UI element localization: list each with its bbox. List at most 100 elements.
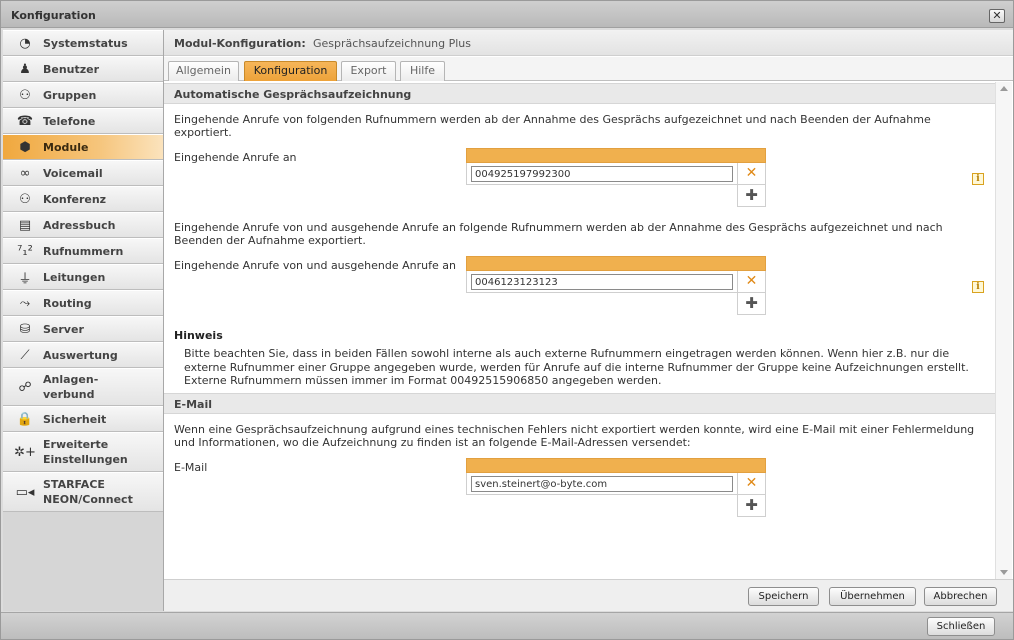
number-input-incoming[interactable]: [471, 166, 733, 182]
sidebar-item-label: Module: [43, 140, 89, 154]
config-window: Konfiguration ✕ ◔ Systemstatus ♟ Benutze…: [0, 0, 1014, 640]
tab-bar: Allgemein Konfiguration Export Hilfe: [164, 57, 1013, 81]
numbers-icon: ⁷₁²: [17, 243, 33, 259]
content-area: Automatische Gesprächsaufzeichnung Einge…: [164, 82, 1013, 610]
tab-export[interactable]: Export: [341, 61, 396, 81]
save-button[interactable]: Speichern: [748, 587, 819, 606]
sidebar-item-sicherheit[interactable]: 🔒 Sicherheit: [3, 406, 163, 432]
field-label-in-out: Eingehende Anrufe von und ausgehende Anr…: [174, 259, 456, 272]
sidebar-item-label: Systemstatus: [43, 36, 128, 50]
module-header-value: Gesprächsaufzeichnung Plus: [313, 37, 472, 50]
add-icon[interactable]: ✚: [737, 185, 766, 207]
sidebar-item-adressbuch[interactable]: ▤ Adressbuch: [3, 212, 163, 238]
sidebar-item-label: STARFACE NEON/Connect: [43, 478, 133, 506]
hint-title: Hinweis: [174, 329, 223, 342]
section-title: E-Mail: [174, 398, 212, 411]
sidebar-item-erweiterte-einstellungen[interactable]: ✲+ Erweiterte Einstellungen: [3, 432, 163, 472]
email-list: ✕ ✚: [466, 458, 766, 517]
sidebar-item-gruppen[interactable]: ⚇ Gruppen: [3, 82, 163, 108]
sidebar-item-label: Sicherheit: [43, 412, 107, 426]
sidebar-item-auswertung[interactable]: ⟋ Auswertung: [3, 342, 163, 368]
vertical-scrollbar[interactable]: [995, 82, 1012, 579]
list-header: [466, 148, 766, 163]
close-icon[interactable]: ✕: [989, 9, 1005, 23]
cancel-button[interactable]: Abbrechen: [924, 587, 997, 606]
sidebar-item-label: Auswertung: [43, 348, 118, 362]
lock-icon: 🔒: [16, 411, 34, 427]
field-label-incoming: Eingehende Anrufe an: [174, 151, 297, 164]
window-title: Konfiguration: [11, 9, 96, 22]
section-header-recording: Automatische Gesprächsaufzeichnung: [164, 83, 995, 104]
addressbook-icon: ▤: [18, 217, 32, 233]
module-header-label: Modul-Konfiguration:: [174, 37, 306, 50]
info-icon[interactable]: i: [972, 281, 984, 293]
number-list-incoming: ✕ ✚: [466, 148, 766, 207]
scroll-down-icon[interactable]: [1000, 570, 1008, 575]
sidebar-item-label: Voicemail: [43, 166, 103, 180]
list-item: ✕: [466, 163, 766, 185]
list-header: [466, 256, 766, 271]
section-title: Automatische Gesprächsaufzeichnung: [174, 88, 412, 101]
list-item: ✕: [466, 271, 766, 293]
sidebar-item-routing[interactable]: ⤳ Routing: [3, 290, 163, 316]
sidebar-item-leitungen[interactable]: ⏚ Leitungen: [3, 264, 163, 290]
description-in-out: Eingehende Anrufe von und ausgehende Anr…: [174, 221, 943, 247]
description-incoming: Eingehende Anrufe von folgenden Rufnumme…: [174, 113, 931, 139]
video-camera-icon: ▭◂: [15, 484, 35, 500]
sidebar-item-label: Konferenz: [43, 192, 107, 206]
number-input-in-out[interactable]: [471, 274, 733, 290]
sidebar-item-rufnummern[interactable]: ⁷₁² Rufnummern: [3, 238, 163, 264]
list-header: [466, 458, 766, 473]
delete-icon[interactable]: ✕: [737, 271, 765, 292]
sidebar-item-benutzer[interactable]: ♟ Benutzer: [3, 56, 163, 82]
voicemail-icon: ∞: [19, 165, 31, 181]
sidebar-item-label: Leitungen: [43, 270, 106, 284]
sidebar-item-label: Erweiterte Einstellungen: [43, 438, 128, 466]
sidebar-item-label: Anlagen- verbund: [43, 373, 99, 401]
chart-icon: ⟋: [20, 347, 30, 363]
network-icon: ☍: [18, 379, 32, 395]
add-icon[interactable]: ✚: [737, 293, 766, 315]
module-cube-icon: ⬢: [19, 139, 31, 155]
module-header: Modul-Konfiguration: Gesprächsaufzeichnu…: [164, 30, 1013, 56]
delete-icon[interactable]: ✕: [737, 163, 765, 184]
conference-icon: ⚇: [19, 191, 31, 207]
sidebar-item-server[interactable]: ⛁ Server: [3, 316, 163, 342]
sidebar-nav: ◔ Systemstatus ♟ Benutzer ⚇ Gruppen ☎ Te…: [3, 30, 164, 611]
sidebar-item-label: Rufnummern: [43, 244, 124, 258]
tab-allgemein[interactable]: Allgemein: [168, 61, 239, 81]
action-footer: Speichern Übernehmen Abbrechen: [164, 579, 1013, 611]
routing-icon: ⤳: [19, 295, 31, 311]
number-list-in-out: ✕ ✚: [466, 256, 766, 315]
phone-icon: ☎: [16, 113, 34, 129]
sidebar-item-systemstatus[interactable]: ◔ Systemstatus: [3, 30, 163, 56]
delete-icon[interactable]: ✕: [737, 473, 765, 494]
list-item: ✕: [466, 473, 766, 495]
field-label-email: E-Mail: [174, 461, 208, 474]
add-icon[interactable]: ✚: [737, 495, 766, 517]
main-panel: Modul-Konfiguration: Gesprächsaufzeichnu…: [164, 30, 1013, 611]
sidebar-item-label: Routing: [43, 296, 92, 310]
close-button[interactable]: Schließen: [927, 617, 995, 636]
sidebar-item-voicemail[interactable]: ∞ Voicemail: [3, 160, 163, 186]
clock-icon: ◔: [19, 35, 31, 51]
sidebar-item-anlagenverbund[interactable]: ☍ Anlagen- verbund: [3, 368, 163, 406]
description-email: Wenn eine Gesprächsaufzeichnung aufgrund…: [174, 423, 975, 449]
sidebar-item-module[interactable]: ⬢ Module: [3, 134, 163, 160]
sidebar-item-konferenz[interactable]: ⚇ Konferenz: [3, 186, 163, 212]
sidebar-item-label: Benutzer: [43, 62, 100, 76]
email-input[interactable]: [471, 476, 733, 492]
advanced-settings-icon: ✲+: [14, 444, 36, 460]
tab-hilfe[interactable]: Hilfe: [400, 61, 445, 81]
hint-text: Bitte beachten Sie, dass in beiden Fälle…: [184, 347, 969, 387]
info-icon[interactable]: i: [972, 173, 984, 185]
bottom-bar: Schließen: [1, 612, 1013, 639]
title-bar: Konfiguration ✕: [1, 1, 1013, 28]
user-icon: ♟: [19, 61, 31, 77]
sidebar-item-telefone[interactable]: ☎ Telefone: [3, 108, 163, 134]
scroll-up-icon[interactable]: [1000, 86, 1008, 91]
apply-button[interactable]: Übernehmen: [829, 587, 916, 606]
tab-konfiguration[interactable]: Konfiguration: [244, 61, 337, 81]
sidebar-item-label: Gruppen: [43, 88, 97, 102]
sidebar-item-starface-neon[interactable]: ▭◂ STARFACE NEON/Connect: [3, 472, 163, 512]
